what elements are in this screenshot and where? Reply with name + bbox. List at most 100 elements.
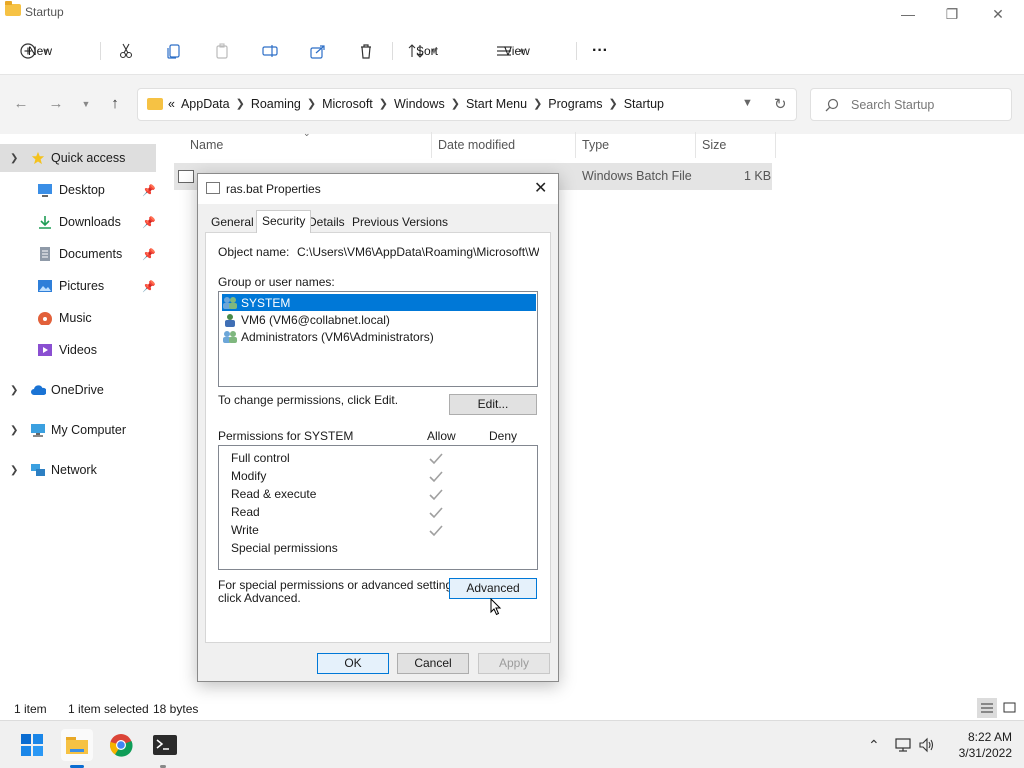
edit-button[interactable]: Edit... <box>449 394 537 415</box>
breadcrumb-startup[interactable]: Startup <box>624 97 664 111</box>
paste-button[interactable] <box>214 38 230 64</box>
pin-icon[interactable]: 📌 <box>142 248 156 261</box>
pin-icon[interactable]: 📌 <box>142 216 156 229</box>
sidebar-item-my-computer[interactable]: ❯ My Computer <box>0 416 156 444</box>
chevron-right-icon[interactable]: ❯ <box>10 465 18 476</box>
sidebar-item-network[interactable]: ❯ Network <box>0 456 156 484</box>
copy-button[interactable] <box>166 38 182 64</box>
chevron-right-icon: ❯ <box>235 98 245 110</box>
tiles-view-icon[interactable] <box>1000 698 1020 718</box>
sidebar-item-label: Videos <box>59 343 97 357</box>
column-header-size[interactable]: Size <box>702 138 726 164</box>
sidebar-item-videos[interactable]: Videos <box>0 336 156 364</box>
taskbar-chrome[interactable] <box>105 729 137 761</box>
chevron-right-icon[interactable]: ❯ <box>10 385 18 396</box>
properties-dialog: ras.bat Properties ✕ General Security De… <box>197 173 559 682</box>
breadcrumb-programs[interactable]: Programs <box>548 97 602 111</box>
sidebar-item-music[interactable]: Music <box>0 304 156 332</box>
sidebar-item-onedrive[interactable]: ❯ OneDrive <box>0 376 156 404</box>
tab-general[interactable]: General <box>206 212 259 232</box>
apply-button[interactable]: Apply <box>478 653 550 674</box>
column-divider[interactable] <box>431 132 432 158</box>
taskbar-terminal[interactable] <box>149 729 181 761</box>
forward-arrow-icon[interactable]: → <box>46 94 66 114</box>
taskbar-file-explorer[interactable] <box>61 729 93 761</box>
permissions-list[interactable]: Full control Modify Read & execute Read … <box>218 445 538 570</box>
sidebar-item-quick-access[interactable]: ❯ Quick access <box>0 144 156 172</box>
details-view-icon[interactable] <box>977 698 997 718</box>
object-name-label: Object name: <box>218 245 290 259</box>
tab-previous-versions[interactable]: Previous Versions <box>347 212 453 232</box>
chevron-up-icon[interactable]: ⌃ <box>868 737 880 754</box>
sidebar-item-desktop[interactable]: Desktop 📌 <box>0 176 156 204</box>
recent-chevron-icon[interactable]: ▼ <box>76 94 96 114</box>
chevron-down-icon[interactable]: ▼ <box>742 97 753 109</box>
divider <box>576 42 577 60</box>
videos-icon <box>38 344 52 356</box>
close-button[interactable]: ✕ <box>976 2 1020 26</box>
pin-icon[interactable]: 📌 <box>142 184 156 197</box>
list-item-administrators[interactable]: Administrators (VM6\Administrators) <box>222 328 536 345</box>
clock[interactable]: 8:22 AM 3/31/2022 <box>942 729 1012 761</box>
folder-icon <box>5 1 21 16</box>
cut-button[interactable] <box>118 38 134 64</box>
column-header-type[interactable]: Type <box>582 138 609 164</box>
paste-icon <box>216 43 228 59</box>
view-button[interactable]: View ▼ <box>496 38 530 64</box>
chevron-right-icon[interactable]: ❯ <box>10 425 18 436</box>
divider <box>100 42 101 60</box>
cancel-button[interactable]: Cancel <box>397 653 469 674</box>
ok-button[interactable]: OK <box>317 653 389 674</box>
network-status-icon[interactable] <box>894 737 912 753</box>
share-button[interactable] <box>310 38 326 64</box>
list-item-vm6[interactable]: VM6 (VM6@collabnet.local) <box>222 311 536 328</box>
tab-security[interactable]: Security <box>256 210 312 233</box>
refresh-icon[interactable]: ↻ <box>774 95 787 113</box>
up-arrow-icon[interactable]: ↑ <box>105 94 125 114</box>
user-list[interactable]: SYSTEM VM6 (VM6@collabnet.local) Adminis… <box>218 291 538 387</box>
breadcrumb-microsoft[interactable]: Microsoft <box>322 97 373 111</box>
column-divider[interactable] <box>775 132 776 158</box>
column-header-date[interactable]: Date modified <box>438 138 515 164</box>
breadcrumb-start-menu[interactable]: Start Menu <box>466 97 527 111</box>
minimize-button[interactable]: — <box>886 2 930 26</box>
breadcrumb-roaming[interactable]: Roaming <box>251 97 301 111</box>
new-button[interactable]: New ▼ <box>20 38 52 64</box>
group-label: Group or user names: <box>218 275 335 289</box>
back-arrow-icon[interactable]: ← <box>11 94 31 114</box>
column-divider[interactable] <box>695 132 696 158</box>
delete-button[interactable] <box>358 38 374 64</box>
sidebar-item-label: Desktop <box>59 183 105 197</box>
list-item-system[interactable]: SYSTEM <box>222 294 536 311</box>
start-button[interactable] <box>16 729 48 761</box>
deny-column-label: Deny <box>489 429 518 443</box>
chrome-icon <box>109 734 133 757</box>
chevron-down-icon[interactable]: ❯ <box>10 153 18 164</box>
allow-column-label: Allow <box>427 429 456 443</box>
users-group-icon <box>223 296 237 309</box>
search-box[interactable]: Search Startup <box>810 88 1012 121</box>
file-type: Windows Batch File <box>582 169 692 183</box>
window-title: Startup <box>25 5 64 19</box>
special-permissions-text: For special permissions or advanced sett… <box>218 578 462 592</box>
address-bar[interactable]: « AppData ❯ Roaming ❯ Microsoft ❯ Windows ❯ … <box>137 88 797 121</box>
more-options-button[interactable]: ··· <box>592 38 608 64</box>
column-divider[interactable] <box>575 132 576 158</box>
sidebar-item-documents[interactable]: Documents 📌 <box>0 240 156 268</box>
restore-button[interactable]: ❐ <box>930 2 974 26</box>
column-header-name[interactable]: Name <box>190 138 223 164</box>
breadcrumb-windows[interactable]: Windows <box>394 97 445 111</box>
checkmark-icon <box>429 489 443 501</box>
sidebar-item-label: OneDrive <box>51 383 104 397</box>
chevron-down-icon: ⌄ <box>303 128 311 138</box>
volume-icon[interactable] <box>918 737 936 753</box>
rename-button[interactable] <box>262 38 278 64</box>
sidebar-item-downloads[interactable]: Downloads 📌 <box>0 208 156 236</box>
sidebar-item-pictures[interactable]: Pictures 📌 <box>0 272 156 300</box>
advanced-button[interactable]: Advanced <box>449 578 537 599</box>
breadcrumb-overflow[interactable]: « <box>168 97 175 111</box>
sort-button[interactable]: Sort ▼ <box>408 38 438 64</box>
dialog-close-icon[interactable]: ✕ <box>534 178 547 198</box>
breadcrumb-appdata[interactable]: AppData <box>181 97 230 111</box>
pin-icon[interactable]: 📌 <box>142 280 156 293</box>
